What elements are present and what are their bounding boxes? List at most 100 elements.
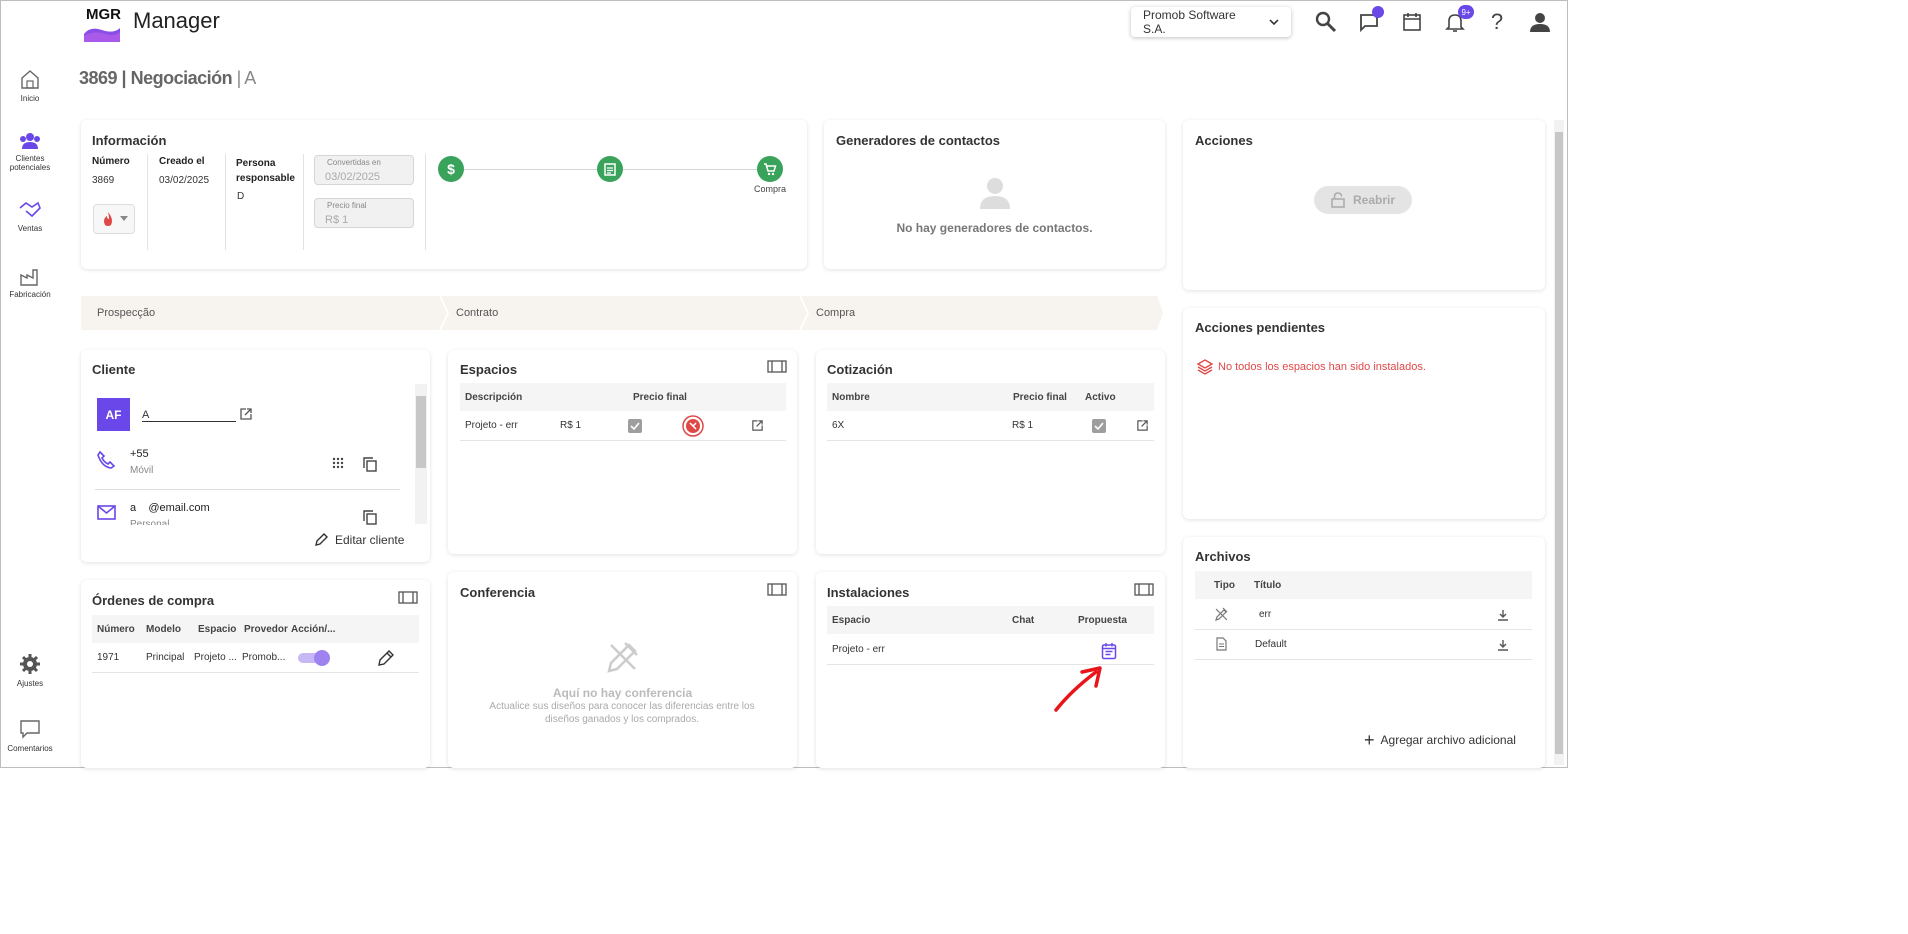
fire-icon bbox=[104, 212, 112, 226]
help-icon[interactable]: ? bbox=[1484, 9, 1510, 35]
cliente-scrollbar[interactable] bbox=[415, 384, 427, 524]
sidebar-item-label: Comentarios bbox=[7, 744, 53, 753]
company-selector[interactable]: Promob Software S.A. bbox=[1131, 7, 1291, 37]
sidebar-item-label: Ventas bbox=[17, 224, 43, 233]
precio-final-label: Precio final bbox=[327, 201, 367, 210]
cliente-card: Cliente AF A +55 Móvil a @email.com Pers… bbox=[81, 350, 430, 562]
download-icon[interactable] bbox=[1497, 639, 1509, 651]
proposal-calendar-icon[interactable] bbox=[1101, 642, 1117, 660]
editar-cliente-button[interactable]: Editar cliente bbox=[314, 532, 404, 547]
col-provedor[interactable]: Provedor bbox=[244, 624, 288, 635]
archivo-titulo[interactable]: Default bbox=[1255, 639, 1287, 650]
espacios-card: Espacios Descripción Precio final Projet… bbox=[448, 350, 797, 554]
email-user: a bbox=[130, 502, 137, 514]
col-descripcion[interactable]: Descripción bbox=[465, 392, 522, 403]
col-activo[interactable]: Activo bbox=[1085, 392, 1116, 403]
orden-modelo: Principal bbox=[146, 652, 185, 663]
divider bbox=[95, 489, 400, 490]
clipboard-step-icon bbox=[597, 156, 623, 182]
email-domain: @email.com bbox=[148, 502, 210, 514]
sidebar-item-ventas[interactable]: Ventas bbox=[0, 200, 60, 233]
company-name: Promob Software S.A. bbox=[1143, 8, 1236, 36]
phone-number: +55 bbox=[130, 448, 149, 460]
col-titulo[interactable]: Título bbox=[1254, 580, 1281, 591]
app-logo[interactable]: MGR bbox=[82, 4, 122, 42]
main-scrollbar[interactable] bbox=[1554, 120, 1564, 765]
copy-icon[interactable] bbox=[363, 510, 377, 525]
col-precio-final[interactable]: Precio final bbox=[633, 392, 687, 403]
persona-label: Persona responsable bbox=[236, 158, 295, 184]
col-nombre[interactable]: Nombre bbox=[832, 392, 870, 403]
orden-toggle[interactable] bbox=[298, 650, 330, 666]
agregar-archivo-button[interactable]: + Agregar archivo adicional bbox=[1364, 731, 1516, 749]
sidebar-item-comentarios[interactable]: Comentarios bbox=[0, 718, 60, 753]
columns-icon[interactable] bbox=[1134, 583, 1154, 596]
download-icon[interactable] bbox=[1497, 609, 1509, 621]
open-external-icon[interactable] bbox=[751, 419, 764, 432]
acciones-title: Acciones bbox=[1195, 133, 1253, 148]
open-external-icon[interactable] bbox=[239, 407, 253, 421]
checkbox-icon[interactable] bbox=[628, 419, 642, 433]
chat-icon[interactable] bbox=[1356, 6, 1384, 35]
sidebar-item-inicio[interactable]: Inicio bbox=[0, 68, 60, 103]
col-modelo[interactable]: Modelo bbox=[146, 624, 181, 635]
col-propuesta[interactable]: Propuesta bbox=[1078, 615, 1127, 626]
calendar-icon[interactable] bbox=[1399, 9, 1425, 35]
scroll-thumb[interactable] bbox=[416, 396, 426, 468]
sidebar-item-ajustes[interactable]: Ajustes bbox=[0, 653, 60, 688]
design-file-icon bbox=[1215, 607, 1228, 621]
search-icon[interactable] bbox=[1313, 9, 1339, 35]
orden-provedor: Promob... bbox=[242, 652, 286, 663]
dollar-step-icon: $ bbox=[438, 156, 464, 182]
pencil-icon[interactable] bbox=[377, 649, 395, 667]
col-precio-final[interactable]: Precio final bbox=[1013, 392, 1067, 403]
col-espacio[interactable]: Espacio bbox=[832, 615, 870, 626]
espacios-title: Espacios bbox=[460, 362, 518, 377]
columns-icon[interactable] bbox=[767, 583, 787, 596]
pipeline-step-prospeccao[interactable]: Prospecção bbox=[81, 296, 155, 330]
col-accion[interactable]: Acción/... bbox=[291, 624, 335, 635]
col-tipo[interactable]: Tipo bbox=[1214, 580, 1235, 591]
numero-label: Número bbox=[92, 156, 130, 167]
archivos-title: Archivos bbox=[1195, 549, 1251, 564]
col-espacio[interactable]: Espacio bbox=[198, 624, 236, 635]
divider bbox=[225, 154, 226, 250]
sidebar-item-fabricacion[interactable]: Fabricación bbox=[0, 266, 60, 299]
pipeline-step-compra[interactable]: Compra bbox=[800, 296, 855, 330]
open-external-icon[interactable] bbox=[1136, 419, 1149, 432]
logo-text: MGR bbox=[86, 6, 121, 23]
promob-status-icon[interactable] bbox=[682, 415, 704, 437]
cliente-name-link[interactable]: A bbox=[142, 409, 236, 422]
archivo-titulo[interactable]: err bbox=[1259, 609, 1271, 620]
notifications-icon[interactable]: 9+ bbox=[1442, 5, 1474, 35]
red-arrow-annotation bbox=[1054, 666, 1102, 712]
espacios-header: Descripción Precio final bbox=[460, 383, 786, 411]
espacio-precio: R$ 1 bbox=[560, 420, 582, 431]
conferencia-empty-title: Aquí no hay conferencia bbox=[552, 686, 693, 700]
columns-icon[interactable] bbox=[398, 591, 418, 604]
info-card: Información Número 3869 Creado el 03/02/… bbox=[81, 120, 807, 269]
account-icon[interactable] bbox=[1527, 9, 1553, 35]
page-title-main: 3869 | Negociación bbox=[79, 68, 233, 88]
ordenes-header: Número Modelo Espacio Provedor Acción/..… bbox=[92, 615, 419, 643]
orden-numero: 1971 bbox=[97, 652, 120, 663]
copy-icon[interactable] bbox=[363, 457, 377, 472]
temperature-select[interactable] bbox=[93, 204, 135, 234]
precio-final-value: R$ 1 bbox=[325, 214, 349, 226]
pipeline-step-contrato[interactable]: Contrato bbox=[440, 296, 498, 330]
col-numero[interactable]: Número bbox=[97, 624, 135, 635]
scroll-thumb[interactable] bbox=[1555, 132, 1563, 754]
reabrir-button[interactable]: Reabrir bbox=[1314, 186, 1412, 214]
home-icon bbox=[21, 70, 39, 89]
checkbox-icon[interactable] bbox=[1092, 419, 1106, 433]
col-chat[interactable]: Chat bbox=[1012, 615, 1034, 626]
sidebar-item-clientes[interactable]: Clientes potenciales bbox=[0, 132, 60, 172]
creado-label: Creado el bbox=[159, 156, 205, 167]
toggle-knob bbox=[314, 650, 330, 666]
table-row: Default bbox=[1195, 630, 1532, 660]
sidebar-item-label: Fabricación bbox=[9, 290, 51, 299]
columns-icon[interactable] bbox=[767, 360, 787, 373]
chat-unread-dot bbox=[1372, 6, 1384, 18]
dialpad-icon[interactable] bbox=[332, 457, 344, 469]
agregar-archivo-label: Agregar archivo adicional bbox=[1380, 733, 1516, 747]
